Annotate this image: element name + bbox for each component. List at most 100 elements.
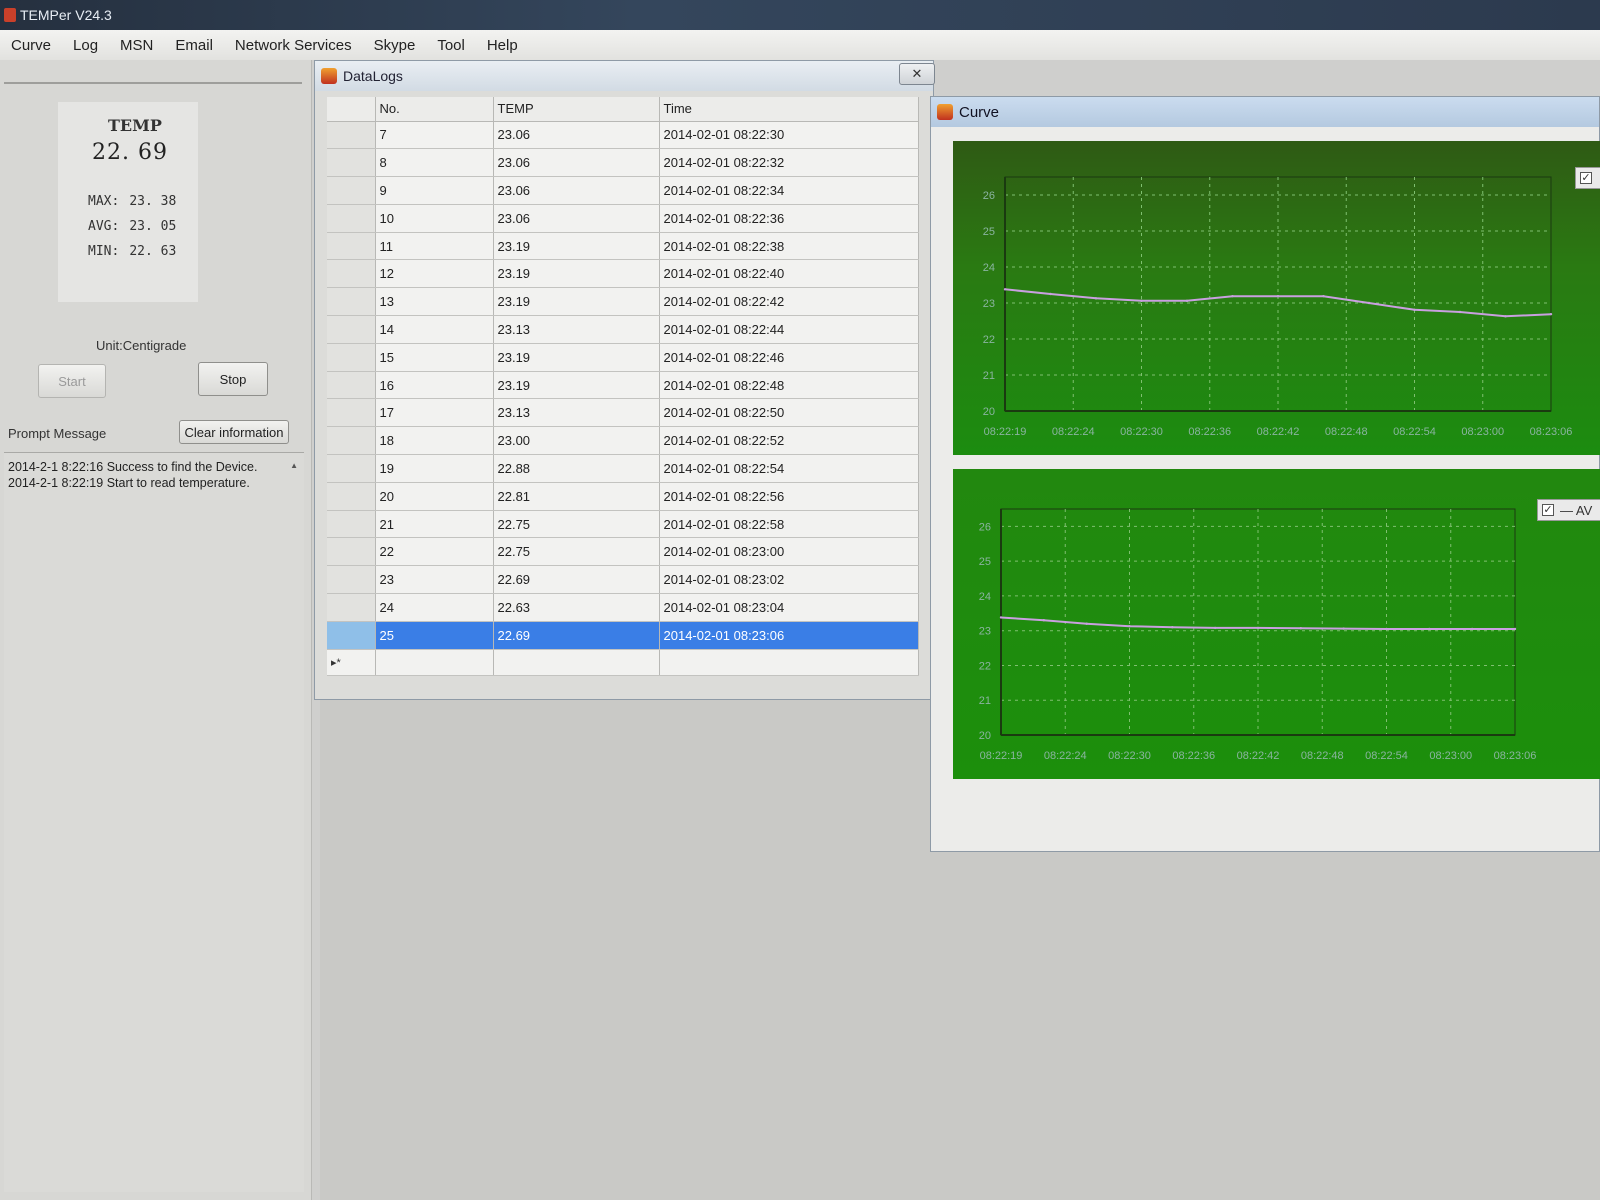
cell-time[interactable]: 2014-02-01 08:22:42 — [659, 287, 919, 317]
new-row-cell[interactable] — [493, 649, 660, 676]
cell-time[interactable]: 2014-02-01 08:22:56 — [659, 482, 919, 511]
menu-help[interactable]: Help — [476, 37, 529, 54]
cell-time[interactable]: 2014-02-01 08:22:36 — [659, 204, 919, 233]
cell-temp[interactable]: 23.19 — [493, 371, 660, 400]
table-row[interactable]: 20 22.81 2014-02-01 08:22:56 — [327, 482, 919, 511]
table-row[interactable]: 8 23.06 2014-02-01 08:22:32 — [327, 148, 919, 178]
cell-temp[interactable]: 22.75 — [493, 537, 660, 567]
row-header[interactable] — [327, 593, 376, 622]
new-row[interactable]: ▸* — [327, 649, 919, 676]
row-header[interactable] — [327, 398, 376, 428]
menu-network-services[interactable]: Network Services — [224, 37, 363, 54]
table-row[interactable]: 17 23.13 2014-02-01 08:22:50 — [327, 398, 919, 428]
table-row[interactable]: 12 23.19 2014-02-01 08:22:40 — [327, 259, 919, 289]
cell-no[interactable]: 20 — [375, 482, 494, 511]
table-row[interactable]: 10 23.06 2014-02-01 08:22:36 — [327, 204, 919, 233]
row-header[interactable] — [327, 176, 376, 205]
table-row[interactable]: 21 22.75 2014-02-01 08:22:58 — [327, 510, 919, 539]
cell-temp[interactable]: 23.19 — [493, 232, 660, 261]
row-header[interactable] — [327, 148, 376, 178]
cell-no[interactable]: 15 — [375, 343, 494, 372]
cell-time[interactable]: 2014-02-01 08:22:40 — [659, 259, 919, 289]
row-header[interactable] — [327, 371, 376, 400]
new-row-cell[interactable] — [375, 649, 494, 676]
table-row[interactable]: 22 22.75 2014-02-01 08:23:00 — [327, 537, 919, 567]
prompt-message-log[interactable]: 2014-2-1 8:22:16 Success to find the Dev… — [4, 452, 304, 1192]
cell-time[interactable]: 2014-02-01 08:22:38 — [659, 232, 919, 261]
cell-time[interactable]: 2014-02-01 08:22:44 — [659, 315, 919, 344]
legend-checkbox[interactable]: ✓ — [1542, 504, 1554, 516]
legend-checkbox[interactable]: ✓ — [1580, 172, 1592, 184]
cell-no[interactable]: 14 — [375, 315, 494, 344]
table-row[interactable]: 16 23.19 2014-02-01 08:22:48 — [327, 371, 919, 400]
cell-no[interactable]: 21 — [375, 510, 494, 539]
cell-temp[interactable]: 23.06 — [493, 176, 660, 205]
cell-temp[interactable]: 23.06 — [493, 204, 660, 233]
column-header-time[interactable]: Time — [659, 97, 919, 122]
new-row-cell[interactable] — [659, 649, 919, 676]
cell-no[interactable]: 22 — [375, 537, 494, 567]
cell-temp[interactable]: 23.19 — [493, 287, 660, 317]
cell-temp[interactable]: 23.13 — [493, 398, 660, 428]
cell-no[interactable]: 8 — [375, 148, 494, 178]
cell-no[interactable]: 24 — [375, 593, 494, 622]
scroll-up-arrow-icon[interactable]: ▲ — [290, 461, 298, 470]
cell-no[interactable]: 16 — [375, 371, 494, 400]
cell-temp[interactable]: 23.13 — [493, 315, 660, 344]
cell-no[interactable]: 19 — [375, 454, 494, 483]
cell-temp[interactable]: 23.06 — [493, 148, 660, 178]
column-header-no[interactable]: No. — [375, 97, 494, 122]
close-button[interactable]: ✕ — [899, 63, 935, 85]
table-row[interactable]: 11 23.19 2014-02-01 08:22:38 — [327, 232, 919, 261]
cell-temp[interactable]: 23.19 — [493, 259, 660, 289]
cell-temp[interactable]: 22.75 — [493, 510, 660, 539]
cell-time[interactable]: 2014-02-01 08:22:46 — [659, 343, 919, 372]
cell-time[interactable]: 2014-02-01 08:22:34 — [659, 176, 919, 205]
cell-temp[interactable]: 22.88 — [493, 454, 660, 483]
row-header[interactable] — [327, 426, 376, 456]
cell-temp[interactable]: 23.00 — [493, 426, 660, 456]
cell-no[interactable]: 11 — [375, 232, 494, 261]
start-button[interactable]: Start — [38, 364, 106, 398]
cell-no[interactable]: 9 — [375, 176, 494, 205]
table-row[interactable]: 19 22.88 2014-02-01 08:22:54 — [327, 454, 919, 483]
cell-no[interactable]: 18 — [375, 426, 494, 456]
cell-no[interactable]: 7 — [375, 121, 494, 150]
cell-no[interactable]: 10 — [375, 204, 494, 233]
menu-msn[interactable]: MSN — [109, 37, 164, 54]
menu-email[interactable]: Email — [164, 37, 224, 54]
chart-legend[interactable]: ✓ — AV — [1537, 499, 1600, 521]
row-header[interactable] — [327, 343, 376, 372]
row-header[interactable] — [327, 204, 376, 233]
cell-no[interactable]: 17 — [375, 398, 494, 428]
table-row[interactable]: 23 22.69 2014-02-01 08:23:02 — [327, 565, 919, 595]
row-header[interactable] — [327, 454, 376, 483]
cell-time[interactable]: 2014-02-01 08:23:04 — [659, 593, 919, 622]
row-header[interactable] — [327, 287, 376, 317]
cell-temp[interactable]: 23.06 — [493, 121, 660, 150]
cell-no[interactable]: 23 — [375, 565, 494, 595]
cell-temp[interactable]: 22.69 — [493, 565, 660, 595]
cell-no[interactable]: 25 — [375, 621, 494, 650]
row-header[interactable] — [327, 259, 376, 289]
table-row[interactable]: 25 22.69 2014-02-01 08:23:06 — [327, 621, 919, 650]
table-row[interactable]: 9 23.06 2014-02-01 08:22:34 — [327, 176, 919, 205]
column-header-temp[interactable]: TEMP — [493, 97, 660, 122]
cell-time[interactable]: 2014-02-01 08:22:48 — [659, 371, 919, 400]
cell-temp[interactable]: 22.81 — [493, 482, 660, 511]
cell-temp[interactable]: 22.63 — [493, 593, 660, 622]
cell-temp[interactable]: 22.69 — [493, 621, 660, 650]
menu-skype[interactable]: Skype — [363, 37, 427, 54]
row-header[interactable] — [327, 621, 376, 650]
row-header[interactable] — [327, 537, 376, 567]
menu-log[interactable]: Log — [62, 37, 109, 54]
row-header[interactable] — [327, 232, 376, 261]
stop-button[interactable]: Stop — [198, 362, 268, 396]
cell-time[interactable]: 2014-02-01 08:22:52 — [659, 426, 919, 456]
cell-time[interactable]: 2014-02-01 08:23:06 — [659, 621, 919, 650]
row-header[interactable] — [327, 121, 376, 150]
cell-time[interactable]: 2014-02-01 08:23:02 — [659, 565, 919, 595]
cell-time[interactable]: 2014-02-01 08:22:54 — [659, 454, 919, 483]
datalogs-titlebar[interactable]: DataLogs — [315, 61, 933, 91]
table-row[interactable]: 13 23.19 2014-02-01 08:22:42 — [327, 287, 919, 317]
